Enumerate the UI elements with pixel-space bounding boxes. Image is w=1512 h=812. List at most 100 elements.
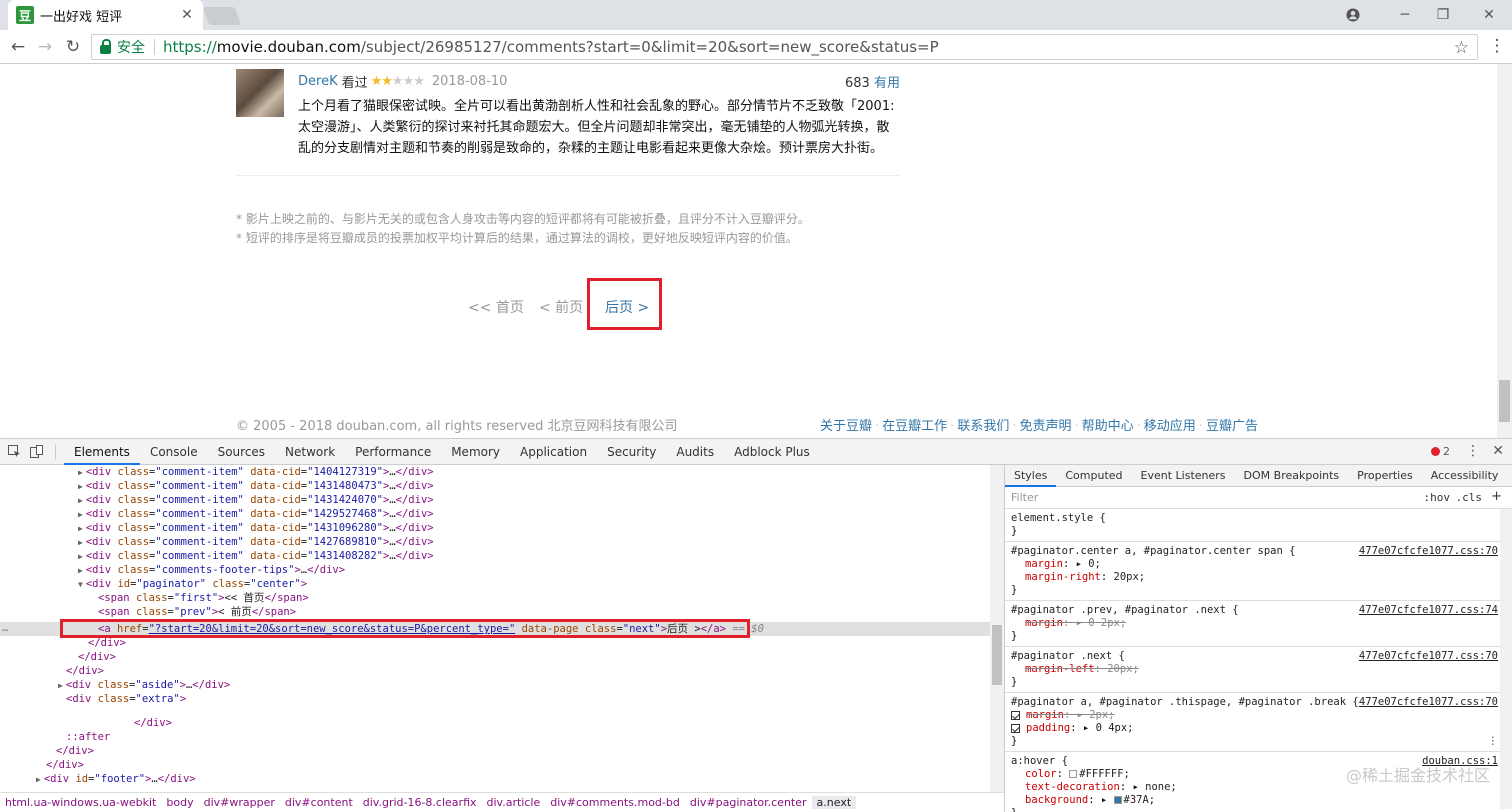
tree-node-span-first[interactable]: <span class="first"><< 首页</span> [98,591,309,605]
style-rule-3[interactable]: #paginator .next { 477e07cfcfe1077.css:7… [1005,647,1512,693]
tab-accessibility[interactable]: Accessibility [1422,465,1508,487]
rule-source-link[interactable]: 477e07cfcfe1077.css:74 [1359,604,1498,616]
prop-name[interactable]: color [1011,768,1057,780]
restore-icon[interactable]: ❐ [1424,0,1462,30]
back-icon[interactable]: ← [7,36,29,58]
expand-arrow-icon[interactable]: ▶ [78,566,83,575]
prop-name[interactable]: background [1011,794,1088,806]
tree-close-div[interactable]: </div> [46,758,84,772]
rule-source-link[interactable]: 477e07cfcfe1077.css:70 [1359,545,1498,557]
window-close-icon[interactable]: ✕ [1470,0,1508,30]
tree-node-comment-item[interactable]: ▶ <div class="comment-item" data-cid="140… [78,465,434,479]
inspect-element-icon[interactable] [3,439,25,465]
crumb-grid[interactable]: div.grid-16-8.clearfix [358,796,482,809]
footer-link-jobs[interactable]: 在豆瓣工作 [882,419,947,434]
expand-arrow-icon[interactable]: ▶ [58,681,63,690]
tree-node-extra[interactable]: <div class="extra"> [66,692,186,706]
crumb-wrapper[interactable]: div#wrapper [199,796,280,809]
prop-value[interactable]: 20px; [1114,571,1146,583]
minimize-icon[interactable]: ─ [1386,0,1424,30]
bookmark-star-icon[interactable]: ☆ [1454,35,1469,61]
browser-menu-icon[interactable]: ⋮ [1486,36,1508,58]
color-swatch-icon[interactable] [1113,796,1122,804]
footer-link-mobile[interactable]: 移动应用 [1144,419,1196,434]
prop-value[interactable]: 0 4px; [1096,722,1134,734]
hov-toggle[interactable]: :hov [1424,491,1451,504]
tree-close-div[interactable]: </div> [134,716,172,730]
prop-value[interactable]: none; [1145,781,1177,793]
crumb-a-next[interactable]: a.next [811,796,857,809]
style-rule-2[interactable]: #paginator .prev, #paginator .next { 477… [1005,601,1512,647]
tree-node-comment-item[interactable]: ▶ <div class="comment-item" data-cid="143… [78,479,434,493]
devtools-menu-icon[interactable]: ⋮ [1466,443,1480,459]
tree-node-comment-item[interactable]: ▶ <div class="comment-item" data-cid="142… [78,535,434,549]
footer-link-ads[interactable]: 豆瓣广告 [1206,419,1258,434]
prop-value[interactable]: #37A; [1124,794,1156,806]
tab-dom-breakpoints[interactable]: DOM Breakpoints [1235,465,1349,487]
style-rule-element[interactable]: element.style { } [1005,509,1512,542]
tab-audits[interactable]: Audits [666,439,724,465]
prop-value[interactable]: 0; [1088,558,1101,570]
tab-properties[interactable]: Properties [1348,465,1422,487]
prop-value[interactable]: #FFFFFF; [1079,768,1130,780]
tree-node-comment-item[interactable]: ▶ <div class="comment-item" data-cid="143… [78,521,434,535]
tree-node-paginator[interactable]: ▼ <div id="paginator" class="center"> [78,577,307,591]
new-tab-button[interactable] [202,7,242,25]
tree-node-aside[interactable]: ▶ <div class="aside">…</div> [58,678,230,692]
collapse-arrow-icon[interactable]: ▼ [78,580,83,589]
crumb-article[interactable]: div.article [482,796,546,809]
useful-link[interactable]: 有用 [874,76,900,91]
row-ellipsis-icon[interactable]: … [2,622,8,634]
prop-name[interactable]: margin-right [1011,571,1101,583]
tab-performance[interactable]: Performance [345,439,441,465]
tab-application[interactable]: Application [510,439,597,465]
footer-link-help[interactable]: 帮助中心 [1082,419,1134,434]
tab-close-icon[interactable]: ✕ [179,7,195,23]
page-scrollbar[interactable] [1497,64,1512,438]
styles-scrollbar[interactable] [1500,509,1512,809]
expand-arrow-icon[interactable]: ▶ [78,524,83,533]
tree-node-after[interactable]: ::after [66,730,110,744]
prop-name[interactable]: margin [1011,617,1063,629]
devtools-close-icon[interactable]: ✕ [1492,443,1504,459]
tree-close-div[interactable]: </div> [88,636,126,650]
tab-sources[interactable]: Sources [208,439,275,465]
rule-menu-icon[interactable]: ⋮ [1488,735,1499,747]
property-checkbox[interactable] [1011,710,1020,720]
styles-filter-input[interactable]: Filter :hov .cls + [1005,487,1512,509]
tree-node-comment-item[interactable]: ▶ <div class="comment-item" data-cid="142… [78,507,434,521]
crumb-paginator[interactable]: div#paginator.center [685,796,812,809]
elements-scrollbar[interactable] [990,465,1004,792]
style-rule-1[interactable]: #paginator.center a, #paginator.center s… [1005,542,1512,601]
crumb-content[interactable]: div#content [280,796,358,809]
tree-node-span-prev[interactable]: <span class="prev">< 前页</span> [98,605,296,619]
tree-node-footer-tips[interactable]: ▶ <div class="comments-footer-tips">…</di… [78,563,345,577]
color-swatch-icon[interactable] [1069,770,1078,778]
elements-tree[interactable]: ▶ <div class="comment-item" data-cid="140… [0,465,1004,792]
tree-node-comment-item[interactable]: ▶ <div class="comment-item" data-cid="143… [78,549,434,563]
tree-close-div[interactable]: </div> [78,650,116,664]
tab-adblock-plus[interactable]: Adblock Plus [724,439,820,465]
prop-name[interactable]: margin [1024,709,1064,721]
footer-link-about[interactable]: 关于豆瓣 [820,419,872,434]
expand-arrow-icon[interactable]: ▶ [78,538,83,547]
tree-close-div[interactable]: </div> [66,664,104,678]
crumb-comments[interactable]: div#comments.mod-bd [545,796,685,809]
property-checkbox[interactable] [1011,723,1020,733]
page-scrollbar-thumb[interactable] [1499,380,1510,422]
prop-name[interactable]: padding [1024,722,1070,734]
expand-arrow-icon[interactable]: ▶ [78,510,83,519]
address-bar[interactable]: 安全 https://movie.douban.com/subject/2698… [91,34,1478,60]
footer-link-contact[interactable]: 联系我们 [957,419,1009,434]
tab-event-listeners[interactable]: Event Listeners [1132,465,1235,487]
expand-arrow-icon[interactable]: ▶ [78,468,83,477]
expand-arrow-icon[interactable]: ▶ [36,775,41,784]
prop-name[interactable]: text-decoration [1011,781,1120,793]
crumb-body[interactable]: body [161,796,198,809]
tree-node-footer[interactable]: ▶ <div id="footer">…</div> [36,772,196,786]
elements-scrollbar-thumb[interactable] [992,625,1002,685]
profile-icon[interactable] [1334,0,1372,30]
pager-next-link[interactable]: 后页 > [605,297,649,317]
prop-name[interactable]: margin-left [1011,663,1095,675]
browser-tab[interactable]: 豆 一出好戏 短评 ✕ [8,0,203,30]
